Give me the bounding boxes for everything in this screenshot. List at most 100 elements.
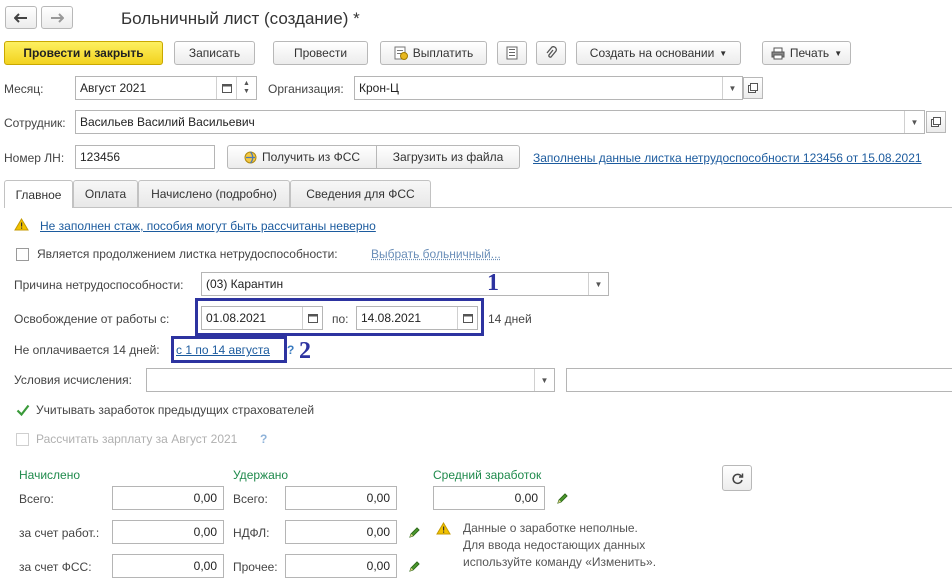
consider-prev-employers-label: Учитывать заработок предыдущих страховат… — [36, 403, 315, 417]
accrued-employer-label: за счет работ.: — [19, 526, 100, 540]
other-withheld-label: Прочее: — [233, 560, 278, 574]
accrued-employer-field[interactable]: 0,00 — [112, 520, 224, 544]
caret-down-icon: ▼ — [719, 48, 728, 58]
days-count: 14 дней — [488, 312, 532, 326]
journal-button[interactable] — [497, 41, 527, 65]
ndfl-label: НДФЛ: — [233, 526, 270, 540]
document-list-icon — [506, 46, 518, 60]
edit-other-pencil-icon[interactable] — [408, 560, 421, 573]
chevron-down-icon[interactable]: ▼ — [722, 77, 742, 99]
conditions-label: Условия исчисления: — [14, 373, 132, 387]
open-window-icon — [931, 117, 941, 127]
reason-value: (03) Карантин — [206, 277, 284, 291]
accrued-fss-label: за счет ФСС: — [19, 560, 92, 574]
average-earnings-title: Средний заработок — [433, 468, 542, 482]
post-button[interactable]: Провести — [273, 41, 368, 65]
forward-button[interactable] — [41, 6, 73, 29]
average-earnings-field[interactable]: 0,00 — [433, 486, 545, 510]
employee-value: Васильев Василий Васильевич — [80, 115, 255, 129]
annotation-marker-2: 2 — [299, 338, 311, 364]
load-from-file-button[interactable]: Загрузить из файла — [376, 145, 520, 169]
calc-salary-label: Рассчитать зарплату за Август 2021 — [36, 432, 238, 446]
ln-number-field[interactable]: 123456 — [75, 145, 215, 169]
accrued-title: Начислено — [19, 468, 81, 482]
refresh-button[interactable] — [722, 465, 752, 491]
consider-prev-employers-checkbox[interactable] — [16, 404, 30, 417]
withheld-total-label: Всего: — [233, 492, 268, 506]
warning-icon — [14, 218, 29, 231]
pay-label: Выплатить — [412, 46, 474, 60]
experience-warning-link[interactable]: Не заполнен стаж, пособия могут быть рас… — [40, 219, 376, 233]
withheld-title: Удержано — [233, 468, 289, 482]
fss-globe-icon — [244, 151, 257, 164]
tab-main[interactable]: Главное — [4, 180, 73, 208]
create-based-button[interactable]: Создать на основании ▼ — [576, 41, 741, 65]
open-window-icon — [748, 83, 758, 93]
other-withheld-field[interactable]: 0,00 — [285, 554, 397, 578]
earnings-note-line2: Для ввода недостающих данных — [463, 538, 646, 552]
withheld-total-field[interactable]: 0,00 — [285, 486, 397, 510]
reason-field[interactable]: (03) Карантин ▼ — [201, 272, 609, 296]
tab-accrued-detail[interactable]: Начислено (подробно) — [138, 180, 290, 207]
month-stepper[interactable]: ▲ ▼ — [236, 77, 256, 99]
calendar-icon[interactable] — [216, 77, 236, 99]
tab-bar-line — [4, 207, 952, 208]
earnings-warning-icon — [436, 522, 451, 535]
tab-fss-info[interactable]: Сведения для ФСС — [290, 180, 431, 207]
month-label: Месяц: — [4, 82, 44, 96]
accrued-fss-field[interactable]: 0,00 — [112, 554, 224, 578]
save-button[interactable]: Записать — [174, 41, 255, 65]
ln-number-value: 123456 — [80, 150, 121, 164]
continuation-checkbox[interactable] — [16, 248, 29, 261]
annotation-box-2 — [171, 336, 287, 363]
calc-salary-help-icon[interactable]: ? — [260, 432, 267, 446]
employee-open-button[interactable] — [926, 111, 946, 133]
calc-salary-checkbox[interactable] — [16, 433, 29, 446]
accrued-total-label: Всего: — [19, 492, 54, 506]
edit-ndfl-pencil-icon[interactable] — [408, 526, 421, 539]
chevron-down-icon[interactable]: ▼ — [534, 369, 554, 391]
chevron-down-icon[interactable]: ▼ — [588, 273, 608, 295]
edit-average-pencil-icon[interactable] — [556, 492, 569, 505]
tab-payment[interactable]: Оплата — [73, 180, 138, 207]
organization-field[interactable]: Крон-Ц ▼ — [354, 76, 743, 100]
organization-value: Крон-Ц — [359, 81, 399, 95]
arrow-right-icon — [50, 12, 64, 23]
caret-down-icon: ▼ — [834, 48, 843, 58]
continuation-label: Является продолжением листка нетрудоспос… — [37, 247, 338, 261]
paperclip-icon — [545, 46, 557, 60]
get-from-fss-button[interactable]: Получить из ФСС — [227, 145, 377, 169]
arrow-left-icon — [14, 12, 28, 23]
employee-label: Сотрудник: — [4, 116, 66, 130]
annotation-marker-1: 1 — [487, 270, 499, 296]
ndfl-field[interactable]: 0,00 — [285, 520, 397, 544]
printer-icon — [771, 47, 785, 60]
print-label: Печать — [789, 46, 830, 60]
earnings-note-line1: Данные о заработке неполные. — [463, 521, 638, 535]
refresh-icon — [731, 472, 744, 485]
unpaid-help-icon[interactable]: ? — [287, 343, 294, 357]
ln-number-label: Номер ЛН: — [4, 151, 65, 165]
month-field[interactable]: Август 2021 ▲ ▼ — [75, 76, 257, 100]
organization-label: Организация: — [268, 82, 344, 96]
conditions-extra-field[interactable] — [566, 368, 952, 392]
employee-field[interactable]: Васильев Василий Васильевич ▼ — [75, 110, 925, 134]
back-button[interactable] — [5, 6, 37, 29]
checkmark-icon — [16, 404, 30, 417]
pay-button[interactable]: Выплатить — [380, 41, 487, 65]
attach-button[interactable] — [536, 41, 566, 65]
conditions-field[interactable]: ▼ — [146, 368, 555, 392]
annotation-box-1 — [195, 298, 484, 336]
earnings-note-line3: используйте команду «Изменить». — [463, 555, 657, 569]
choose-sick-leave-link[interactable]: Выбрать больничный... — [371, 247, 501, 261]
organization-open-button[interactable] — [743, 77, 763, 99]
post-and-close-button[interactable]: Провести и закрыть — [4, 41, 163, 65]
page-title: Больничный лист (создание) * — [121, 9, 360, 28]
chevron-down-icon[interactable]: ▼ — [904, 111, 924, 133]
get-from-fss-label: Получить из ФСС — [261, 150, 361, 164]
filled-data-link[interactable]: Заполнены данные листка нетрудоспособнос… — [533, 151, 922, 165]
create-based-label: Создать на основании — [589, 46, 715, 60]
reason-label: Причина нетрудоспособности: — [14, 278, 184, 292]
print-button[interactable]: Печать ▼ — [762, 41, 851, 65]
accrued-total-field[interactable]: 0,00 — [112, 486, 224, 510]
